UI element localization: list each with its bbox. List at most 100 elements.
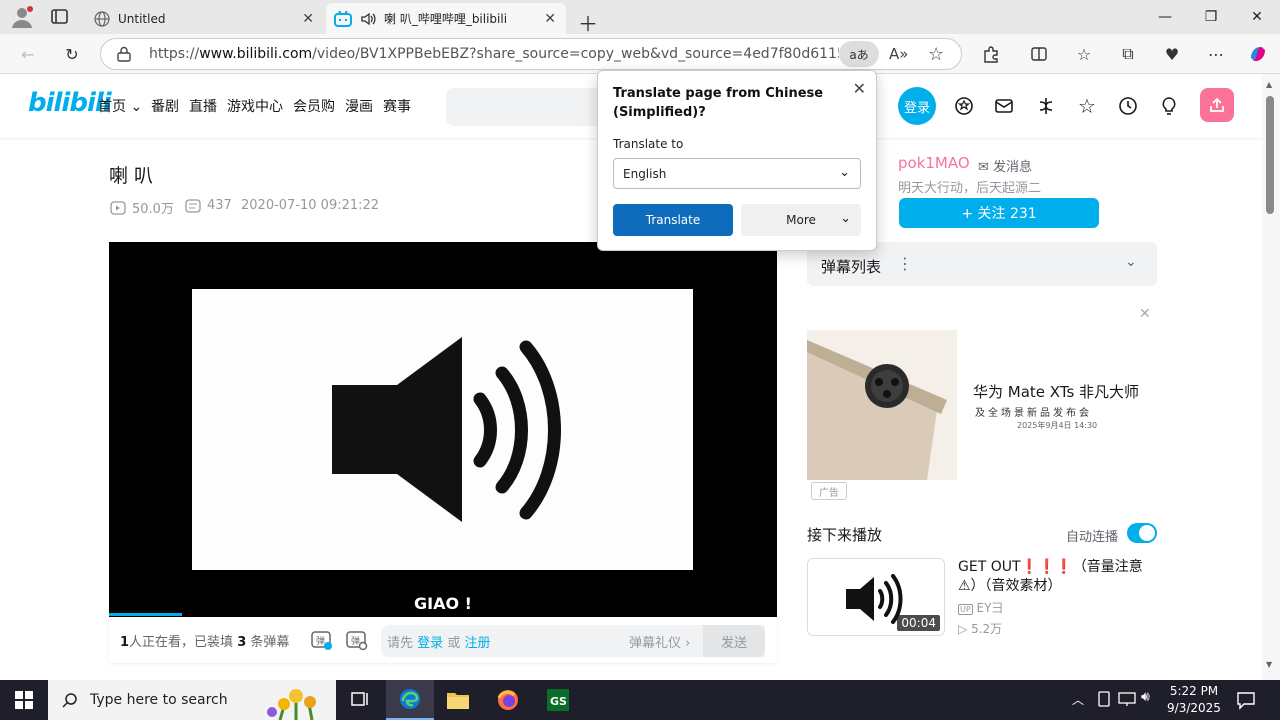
chevron-down-icon: ⌄ bbox=[840, 211, 851, 226]
show-hidden-icons[interactable]: ︿ bbox=[1072, 691, 1084, 708]
scrollbar-thumb[interactable] bbox=[1266, 96, 1274, 214]
ad-banner[interactable]: ✕ 华为 Mate XTs 非凡大师 及全场景新品发布会 2025年9月4日 1… bbox=[807, 304, 1157, 500]
svg-text:弹: 弹 bbox=[351, 635, 360, 647]
chevron-down-icon: ⌄ bbox=[839, 165, 850, 180]
refresh-icon[interactable]: ↻ bbox=[58, 40, 86, 68]
danmaku-list-label: 弹幕列表 bbox=[821, 258, 882, 276]
ad-subline: 及全场景新品发布会 bbox=[975, 408, 1092, 419]
favorite-star-icon[interactable]: ☆ bbox=[928, 44, 944, 65]
dynamic-icon[interactable] bbox=[1034, 94, 1058, 118]
page-scrollbar[interactable]: ▲ ▼ bbox=[1262, 74, 1280, 680]
danmaku-bar: 1人正在看，已装填 3 条弹幕 弹 弹 请先 登录 或 注册 弹幕礼仪 › 发送 bbox=[109, 617, 777, 663]
follow-button[interactable]: + 关注 231 bbox=[899, 198, 1099, 228]
playback-progress[interactable] bbox=[109, 613, 183, 616]
device-icon[interactable] bbox=[1096, 690, 1112, 712]
autoplay-toggle[interactable] bbox=[1127, 523, 1157, 543]
start-windows-icon[interactable] bbox=[0, 680, 48, 720]
more-vertical-icon[interactable]: ⋮ bbox=[897, 254, 913, 273]
scroll-down-icon[interactable]: ▼ bbox=[1266, 660, 1272, 669]
danmaku-etiquette-link[interactable]: 弹幕礼仪 › bbox=[629, 632, 690, 651]
system-clock[interactable]: 5:22 PM 9/3/2025 bbox=[1158, 683, 1230, 717]
ad-tag: 广告 bbox=[811, 482, 847, 500]
browser-essentials-icon[interactable]: ♥ bbox=[1158, 40, 1186, 68]
edge-taskbar-icon[interactable] bbox=[386, 680, 434, 720]
favorites-star-icon[interactable]: ☆ bbox=[1075, 94, 1099, 118]
read-aloud-icon[interactable]: A» bbox=[889, 45, 908, 63]
address-bar[interactable]: https://www.bilibili.com/video/BV1XPPBeb… bbox=[100, 38, 962, 70]
video-player[interactable]: GIAO ! bbox=[109, 242, 777, 617]
speaker-icon[interactable] bbox=[360, 11, 376, 27]
send-message-link[interactable]: ✉ 发消息 bbox=[978, 156, 1032, 175]
nav-esports[interactable]: 赛事 bbox=[383, 96, 411, 116]
close-tab-icon[interactable]: ✕ bbox=[302, 11, 314, 27]
minimize-icon[interactable]: — bbox=[1142, 0, 1188, 34]
file-explorer-icon[interactable] bbox=[434, 680, 482, 720]
taskbar-search-input[interactable]: Type here to search bbox=[48, 680, 336, 721]
close-window-icon[interactable]: ✕ bbox=[1234, 0, 1280, 34]
search-input[interactable] bbox=[446, 88, 606, 126]
firefox-icon[interactable] bbox=[484, 680, 532, 720]
history-clock-icon[interactable] bbox=[1116, 94, 1140, 118]
danmaku-count: 437 bbox=[185, 198, 232, 213]
video-duration: 00:04 bbox=[897, 615, 940, 631]
nav-mall[interactable]: 会员购 bbox=[293, 96, 335, 116]
message-icon[interactable] bbox=[992, 94, 1016, 118]
play-count-icon: ▷ bbox=[958, 622, 968, 636]
translate-to-label: Translate to bbox=[613, 137, 684, 151]
nav-home[interactable]: 首页 ⌄ bbox=[98, 96, 142, 116]
task-view-icon[interactable] bbox=[336, 680, 384, 720]
nav-game-center[interactable]: 游戏中心 bbox=[227, 96, 283, 116]
network-icon[interactable] bbox=[1118, 690, 1136, 712]
translate-button[interactable]: Translate bbox=[613, 204, 733, 236]
browser-toolbar: ← ↻ https://www.bilibili.com/video/BV1XP… bbox=[0, 34, 1280, 74]
uploader-name[interactable]: pok1MAO bbox=[898, 154, 970, 172]
close-tab-icon[interactable]: ✕ bbox=[544, 11, 556, 27]
tab-untitled[interactable]: Untitled ✕ bbox=[84, 3, 324, 34]
new-tab-icon[interactable]: ＋ bbox=[578, 8, 598, 37]
recommended-title[interactable]: GET OUT❗❗❗（音量注意⚠）（音效素材） bbox=[958, 558, 1148, 596]
recommended-thumbnail[interactable]: 00:04 bbox=[807, 558, 945, 636]
ad-headline: 华为 Mate XTs 非凡大师 bbox=[973, 383, 1140, 401]
login-link[interactable]: 登录 bbox=[417, 632, 443, 651]
chevron-down-icon: ⌄ bbox=[130, 99, 143, 115]
login-button[interactable]: 登录 bbox=[898, 87, 936, 125]
notifications-icon[interactable] bbox=[1236, 690, 1256, 714]
volume-icon[interactable]: 🔊︎ bbox=[1141, 689, 1150, 705]
chevron-down-icon[interactable]: ⌄ bbox=[1125, 254, 1137, 270]
nav-comics[interactable]: 漫画 bbox=[345, 96, 373, 116]
register-link[interactable]: 注册 bbox=[464, 632, 490, 651]
profile-icon[interactable] bbox=[10, 5, 34, 29]
extensions-icon[interactable] bbox=[977, 40, 1005, 68]
send-danmaku-button[interactable]: 发送 bbox=[703, 625, 765, 657]
restore-icon[interactable]: ❐ bbox=[1188, 0, 1234, 34]
autoplay-label: 自动连播 bbox=[1066, 530, 1119, 545]
nav-live[interactable]: 直播 bbox=[189, 96, 217, 116]
back-icon[interactable]: ← bbox=[14, 40, 42, 68]
scroll-up-icon[interactable]: ▲ bbox=[1266, 80, 1272, 89]
nav-anime[interactable]: 番剧 bbox=[151, 96, 179, 116]
favorites-icon[interactable]: ☆ bbox=[1070, 40, 1098, 68]
vip-icon[interactable] bbox=[952, 94, 976, 118]
creation-bulb-icon[interactable] bbox=[1157, 94, 1181, 118]
ad-date: 2025年9月4日 14:30 bbox=[1017, 421, 1098, 430]
upload-button[interactable] bbox=[1200, 88, 1234, 122]
more-button[interactable]: More ⌄ bbox=[741, 204, 861, 236]
close-icon[interactable]: ✕ bbox=[853, 79, 866, 98]
language-select[interactable]: English ⌄ bbox=[613, 158, 861, 189]
danmaku-toggle-icon[interactable]: 弹 bbox=[311, 629, 333, 655]
recommended-uploader[interactable]: UP EY彐 bbox=[958, 599, 1003, 616]
danmaku-settings-icon[interactable]: 弹 bbox=[346, 629, 368, 655]
greenshot-icon[interactable]: GS bbox=[534, 680, 582, 720]
publish-date: 2020-07-10 09:21:22 bbox=[241, 198, 380, 213]
tab-actions-icon[interactable] bbox=[50, 8, 70, 26]
tab-bilibili[interactable]: 喇 叭_哔哩哔哩_bilibili ✕ bbox=[326, 3, 566, 34]
copilot-icon[interactable] bbox=[1244, 40, 1272, 68]
split-screen-icon[interactable] bbox=[1025, 40, 1053, 68]
collections-icon[interactable]: ⧉ bbox=[1114, 40, 1142, 68]
lock-icon[interactable] bbox=[117, 46, 131, 66]
globe-icon bbox=[94, 10, 110, 27]
more-menu-icon[interactable]: ⋯ bbox=[1202, 40, 1230, 68]
close-ad-icon[interactable]: ✕ bbox=[1139, 306, 1151, 322]
danmaku-icon bbox=[185, 198, 201, 213]
translate-icon[interactable]: aあ bbox=[839, 41, 879, 67]
